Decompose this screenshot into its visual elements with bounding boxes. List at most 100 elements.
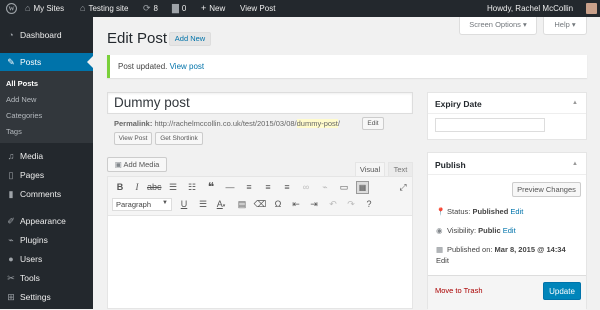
submenu-item-categories[interactable]: Categories xyxy=(6,108,42,123)
avatar[interactable] xyxy=(586,3,597,14)
sidebar-item-users[interactable]: ● Users xyxy=(0,250,93,268)
editor-container: B I abc ☰ ☷ ❝ — ≡ ≡ ≡ ∞ ⌁ ▭ ▦ ⤢ Paragrap… xyxy=(107,176,413,309)
wordpress-logo-icon[interactable]: W xyxy=(6,0,17,17)
align-right-icon[interactable]: ≡ xyxy=(280,182,294,192)
permalink-slug[interactable]: dummy-post xyxy=(296,119,338,128)
site-name-label: Testing site xyxy=(88,4,129,13)
add-media-label: Add Media xyxy=(123,160,160,169)
screen-options-button[interactable]: Screen Options ▾ xyxy=(459,17,537,35)
my-sites-menu[interactable]: ⌂ My Sites xyxy=(25,0,64,17)
published-edit-link[interactable]: Edit xyxy=(436,256,449,265)
redo-icon[interactable]: ↷ xyxy=(344,199,358,210)
toggle-arrow-icon[interactable]: ▲ xyxy=(572,100,578,106)
pin-icon: ✎ xyxy=(7,57,15,67)
new-content-menu[interactable]: + New xyxy=(201,0,225,17)
tab-visual[interactable]: Visual xyxy=(355,162,385,176)
calendar-icon: ▦ xyxy=(436,245,444,254)
plugins-icon: ⌁ xyxy=(8,235,14,245)
sidebar-item-label: Tools xyxy=(20,273,40,283)
sidebar-item-comments[interactable]: ▮ Comments xyxy=(0,185,93,203)
preview-changes-button[interactable]: Preview Changes xyxy=(512,182,581,197)
sidebar-item-pages[interactable]: ▯ Pages xyxy=(0,166,93,184)
chevron-down-icon: ▼ xyxy=(162,200,168,206)
indent-icon[interactable]: ⇥ xyxy=(307,199,321,210)
toggle-arrow-icon[interactable]: ▲ xyxy=(572,161,578,167)
outdent-icon[interactable]: ⇤ xyxy=(289,199,303,210)
notice-view-post-link[interactable]: View post xyxy=(170,62,205,71)
expiry-date-input[interactable] xyxy=(435,118,545,132)
text-color-icon[interactable]: A▾ xyxy=(214,199,228,209)
updates-icon: ⟳ xyxy=(143,3,151,13)
visibility-edit-link[interactable]: Edit xyxy=(503,226,516,235)
appearance-icon: ✐ xyxy=(7,216,15,226)
add-new-button[interactable]: Add New xyxy=(169,32,211,46)
tab-text[interactable]: Text xyxy=(388,162,413,176)
unlink-icon[interactable]: ⌁ xyxy=(318,182,332,193)
sidebar-item-dashboard[interactable]: ◔ Dashboard xyxy=(0,26,93,44)
status-label: Status: xyxy=(447,207,473,216)
add-media-button[interactable]: ▣ Add Media xyxy=(107,157,167,172)
expiry-date-title: Expiry Date xyxy=(435,99,482,109)
update-button[interactable]: Update xyxy=(543,282,581,300)
comments-icon: ▮ xyxy=(8,189,14,199)
format-select[interactable]: Paragraph ▼ xyxy=(112,198,172,211)
clear-formatting-icon[interactable]: ⌫ xyxy=(253,199,267,210)
read-more-icon[interactable]: ▭ xyxy=(337,182,351,193)
status-row: 📍 Status: Published Edit xyxy=(436,207,523,216)
sidebar-item-label: Dashboard xyxy=(20,30,62,40)
comments-menu[interactable]: ▇ 0 xyxy=(172,0,186,17)
sidebar-item-media[interactable]: ♫ Media xyxy=(0,147,93,165)
submenu-item-all-posts[interactable]: All Posts xyxy=(6,76,38,91)
current-menu-arrow xyxy=(87,56,93,68)
site-name-menu[interactable]: ⌂ Testing site xyxy=(80,0,128,17)
sidebar-item-plugins[interactable]: ⌁ Plugins xyxy=(0,231,93,249)
undo-icon[interactable]: ↶ xyxy=(326,199,340,210)
bullet-list-icon[interactable]: ☰ xyxy=(166,182,180,193)
strikethrough-icon[interactable]: abc xyxy=(147,182,162,192)
submenu-item-add-new[interactable]: Add New xyxy=(6,92,36,107)
sidebar-item-settings[interactable]: ⊞ Settings xyxy=(0,288,93,306)
italic-icon[interactable]: I xyxy=(130,182,144,192)
visibility-label: Visibility: xyxy=(447,226,479,235)
paste-text-icon[interactable]: ▤ xyxy=(235,199,249,210)
box-divider xyxy=(428,174,586,175)
post-title-input[interactable]: Dummy post xyxy=(107,92,413,114)
users-icon: ● xyxy=(8,254,14,264)
editor-content-area[interactable] xyxy=(108,216,412,308)
sites-icon: ⌂ xyxy=(25,3,31,13)
move-to-trash-link[interactable]: Move to Trash xyxy=(435,286,483,295)
pin-icon: 📍 xyxy=(436,207,446,216)
view-post-link[interactable]: View Post xyxy=(240,0,275,17)
justify-icon[interactable]: ☰ xyxy=(196,199,210,210)
bold-icon[interactable]: B xyxy=(113,182,127,192)
horizontal-rule-icon[interactable]: — xyxy=(223,182,237,192)
toolbar-toggle-icon[interactable]: ▦ xyxy=(356,181,369,194)
submenu-item-tags[interactable]: Tags xyxy=(6,124,22,139)
link-icon[interactable]: ∞ xyxy=(299,182,313,192)
special-character-icon[interactable]: Ω xyxy=(271,199,285,209)
sidebar-item-posts[interactable]: ✎ Posts xyxy=(0,53,93,71)
post-title-value: Dummy post xyxy=(114,95,190,110)
align-left-icon[interactable]: ≡ xyxy=(242,182,256,192)
published-value: Mar 8, 2015 @ 14:34 xyxy=(494,245,566,254)
help-button[interactable]: Help ▾ xyxy=(543,17,587,35)
updates-menu[interactable]: ⟳ 8 xyxy=(143,0,158,17)
get-shortlink-button[interactable]: Get Shortlink xyxy=(155,132,203,145)
status-edit-link[interactable]: Edit xyxy=(510,207,523,216)
pages-icon: ▯ xyxy=(8,170,14,180)
numbered-list-icon[interactable]: ☷ xyxy=(185,182,199,193)
view-post-button[interactable]: View Post xyxy=(114,132,152,145)
add-media-icon: ▣ xyxy=(114,160,122,169)
dashboard-icon: ◔ xyxy=(8,30,14,40)
underline-icon[interactable]: U xyxy=(177,199,191,209)
sidebar-item-tools[interactable]: ✂ Tools xyxy=(0,269,93,287)
permalink-edit-button[interactable]: Edit xyxy=(362,117,384,130)
howdy-account-menu[interactable]: Howdy, Rachel McCollin xyxy=(487,0,573,17)
sidebar-item-label: Media xyxy=(20,151,44,161)
align-center-icon[interactable]: ≡ xyxy=(261,182,275,192)
blockquote-icon[interactable]: ❝ xyxy=(204,180,218,194)
fullscreen-icon[interactable]: ⤢ xyxy=(396,182,410,193)
permalink-base: http://rachelmccollin.co.uk/test/2015/03… xyxy=(154,119,297,128)
help-icon[interactable]: ? xyxy=(362,199,376,209)
sidebar-item-appearance[interactable]: ✐ Appearance xyxy=(0,212,93,230)
